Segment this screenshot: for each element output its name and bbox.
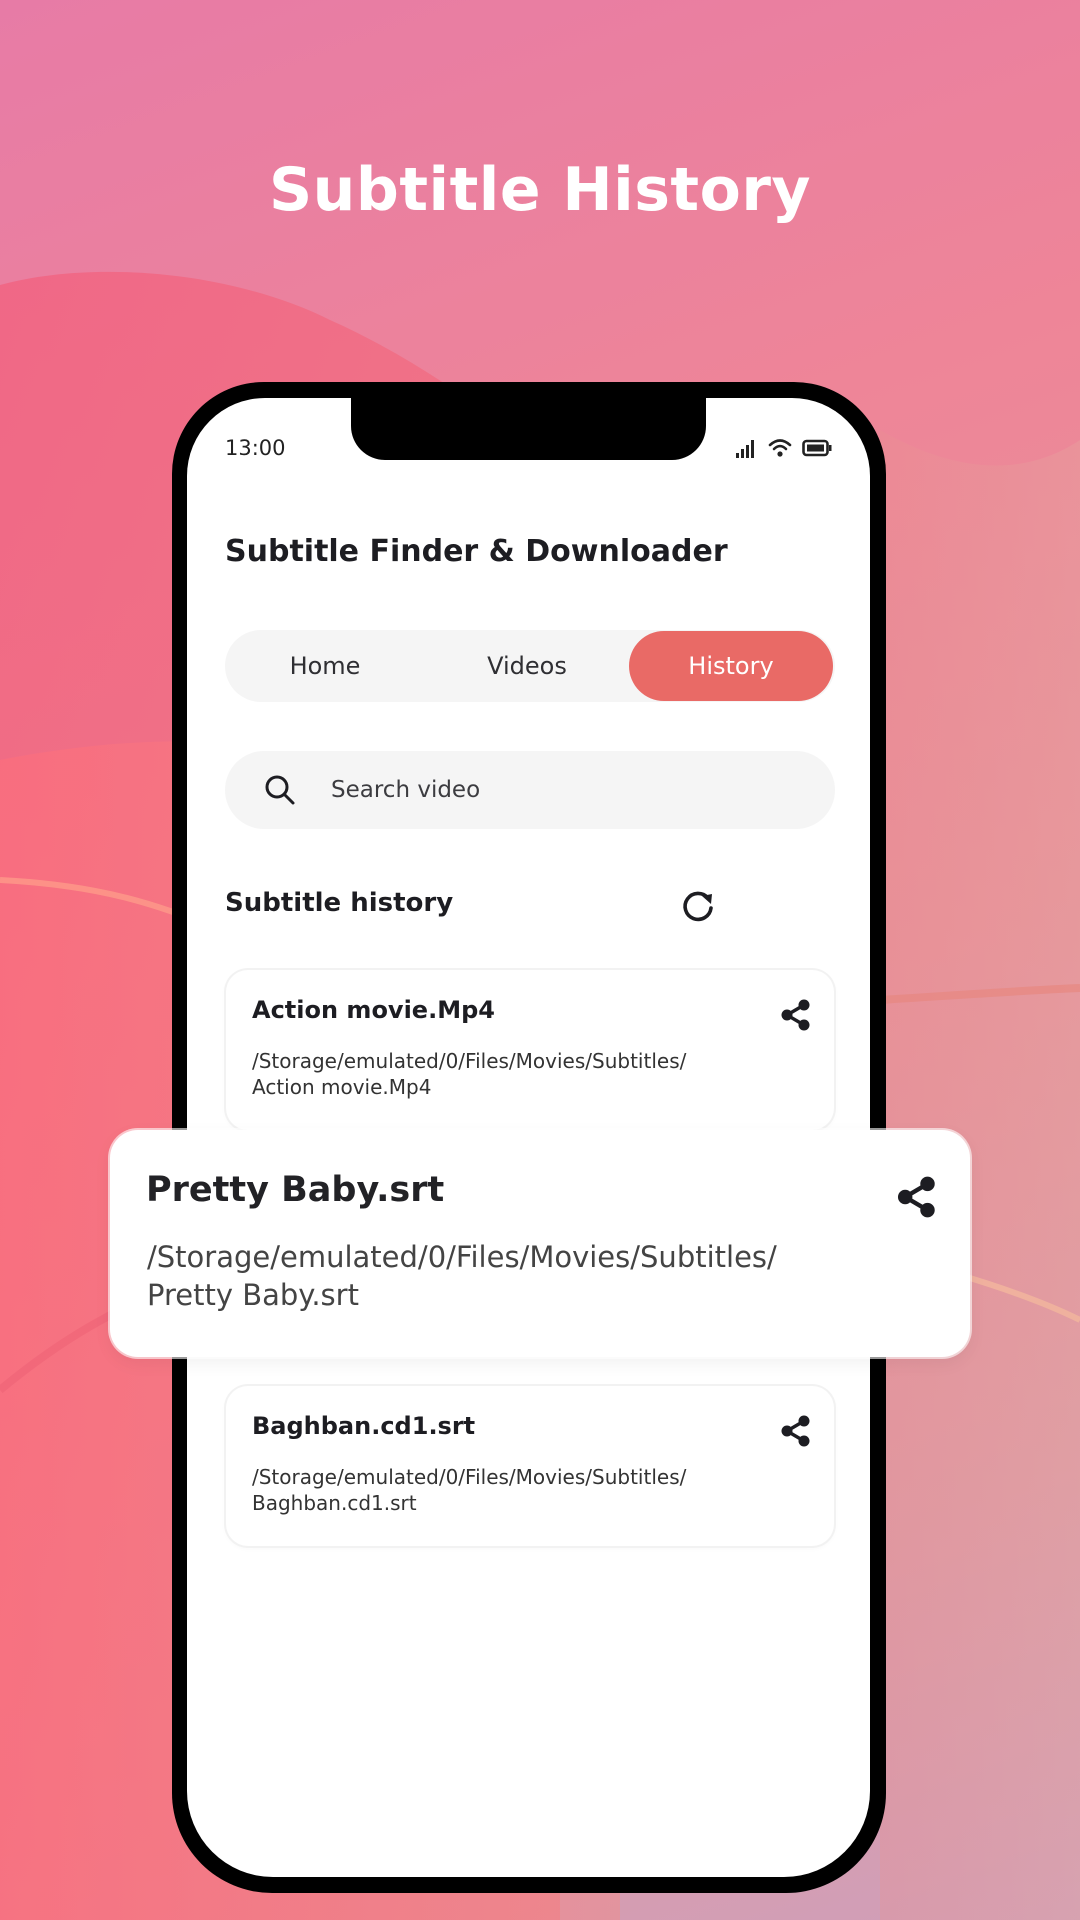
tab-history[interactable]: History — [629, 631, 833, 701]
phone-notch — [351, 398, 706, 460]
history-item-name: Baghban.cd1.srt — [252, 1412, 476, 1440]
battery-icon — [802, 439, 832, 457]
search-bar — [225, 751, 835, 829]
wifi-icon — [768, 439, 792, 457]
history-item-name: Pretty Baby.srt — [146, 1170, 445, 1210]
tab-home[interactable]: Home — [225, 631, 425, 701]
tab-bar: Home Videos History — [225, 630, 835, 702]
signal-icon — [736, 440, 754, 458]
promo-headline: Subtitle History — [268, 155, 812, 225]
app-title: Subtitle Finder & Downloader — [225, 534, 728, 569]
share-icon[interactable] — [780, 1414, 812, 1448]
history-item[interactable]: Baghban.cd1.srt /Storage/emulated/0/File… — [226, 1386, 834, 1546]
history-item-name: Action movie.Mp4 — [252, 996, 495, 1024]
history-item-path: /Storage/emulated/0/Files/Movies/Subtitl… — [252, 1465, 687, 1515]
tab-videos[interactable]: Videos — [425, 631, 629, 701]
share-icon[interactable] — [896, 1174, 938, 1220]
highlighted-history-item[interactable]: Pretty Baby.srt /Storage/emulated/0/File… — [110, 1130, 970, 1357]
status-icons — [736, 438, 832, 458]
refresh-icon[interactable] — [678, 886, 718, 926]
status-time: 13:00 — [225, 436, 286, 460]
history-item-path: /Storage/emulated/0/Files/Movies/Subtitl… — [252, 1049, 687, 1099]
section-title: Subtitle history — [225, 888, 454, 918]
history-item[interactable]: Action movie.Mp4 /Storage/emulated/0/Fil… — [226, 970, 834, 1130]
search-input[interactable] — [331, 751, 811, 829]
search-icon — [265, 775, 295, 805]
share-icon[interactable] — [780, 998, 812, 1032]
history-item-path: /Storage/emulated/0/Files/Movies/Subtitl… — [147, 1240, 777, 1312]
